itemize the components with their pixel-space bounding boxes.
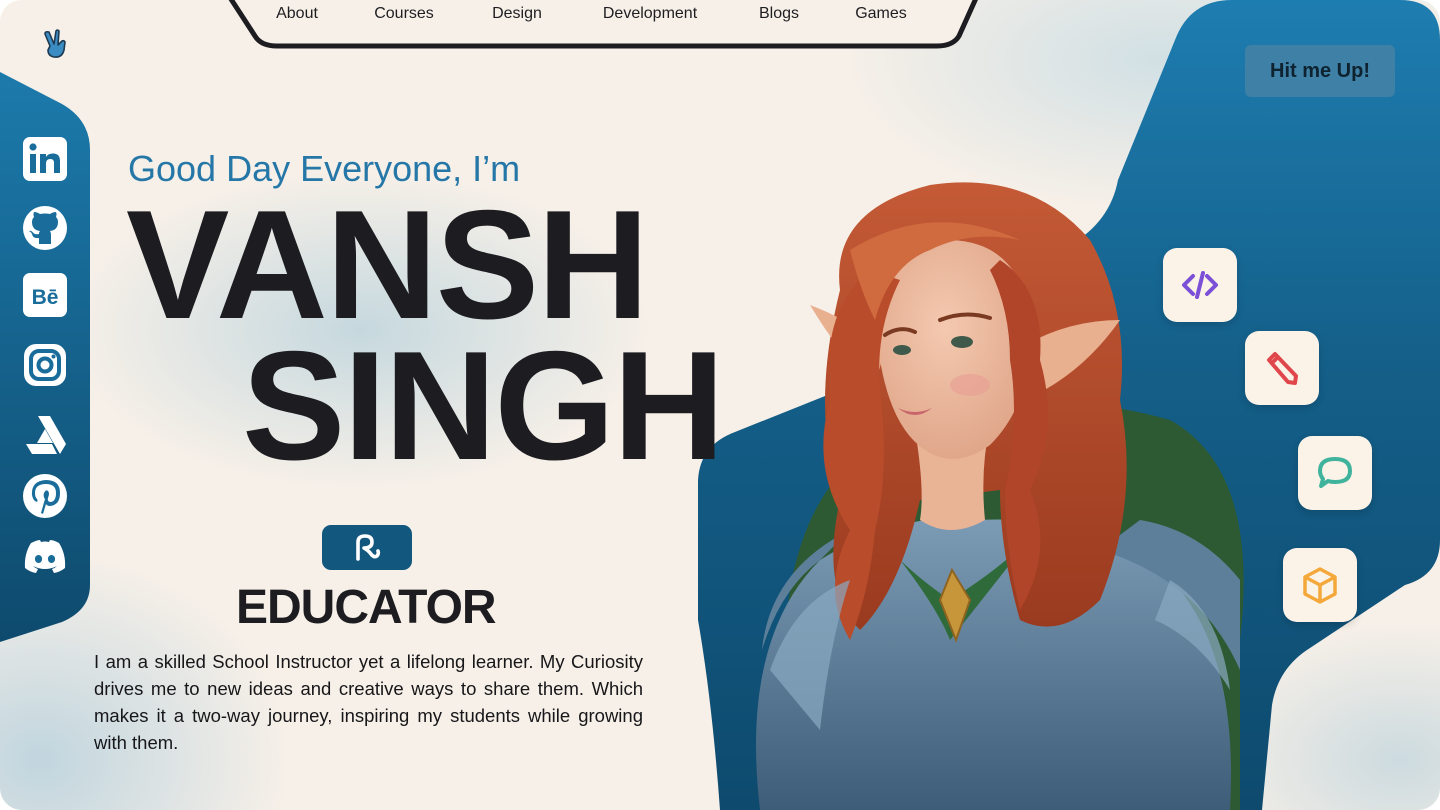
chat-tile[interactable] — [1298, 436, 1372, 510]
role-title: EDUCATOR — [236, 581, 497, 634]
code-icon — [1182, 271, 1218, 299]
github-icon[interactable] — [18, 201, 72, 255]
instagram-icon[interactable] — [18, 338, 72, 392]
nav-design[interactable]: Design — [492, 5, 542, 23]
discord-icon[interactable] — [18, 530, 72, 584]
role-badge — [322, 525, 412, 570]
nav-about[interactable]: About — [276, 5, 318, 23]
nav-blogs[interactable]: Blogs — [759, 5, 799, 23]
box-icon — [1303, 567, 1337, 604]
victory-hand-icon[interactable] — [40, 28, 72, 60]
bio-text: I am a skilled School Instructor yet a l… — [94, 651, 643, 753]
pencil-tile[interactable] — [1245, 331, 1319, 405]
hit-me-up-button[interactable]: Hit me Up! — [1245, 45, 1395, 97]
code-tile[interactable] — [1163, 248, 1237, 322]
top-nav: About Courses Design Development Blogs G… — [225, 0, 980, 52]
pinterest-icon[interactable] — [18, 469, 72, 523]
artstation-icon[interactable] — [18, 408, 72, 462]
last-name-heading: SINGH — [242, 319, 725, 492]
pencil-icon — [1267, 352, 1298, 385]
linkedin-icon[interactable] — [18, 132, 72, 186]
signature-icon — [356, 533, 381, 561]
nav-courses[interactable]: Courses — [374, 5, 434, 23]
chat-bubble-icon — [1318, 457, 1352, 488]
svg-text:Bē: Bē — [32, 286, 59, 309]
page: About Courses Design Development Blogs G… — [0, 0, 1440, 810]
nav-development[interactable]: Development — [603, 5, 697, 23]
behance-icon[interactable]: Bē — [18, 268, 72, 322]
box-tile[interactable] — [1283, 548, 1357, 622]
nav-games[interactable]: Games — [855, 5, 907, 23]
